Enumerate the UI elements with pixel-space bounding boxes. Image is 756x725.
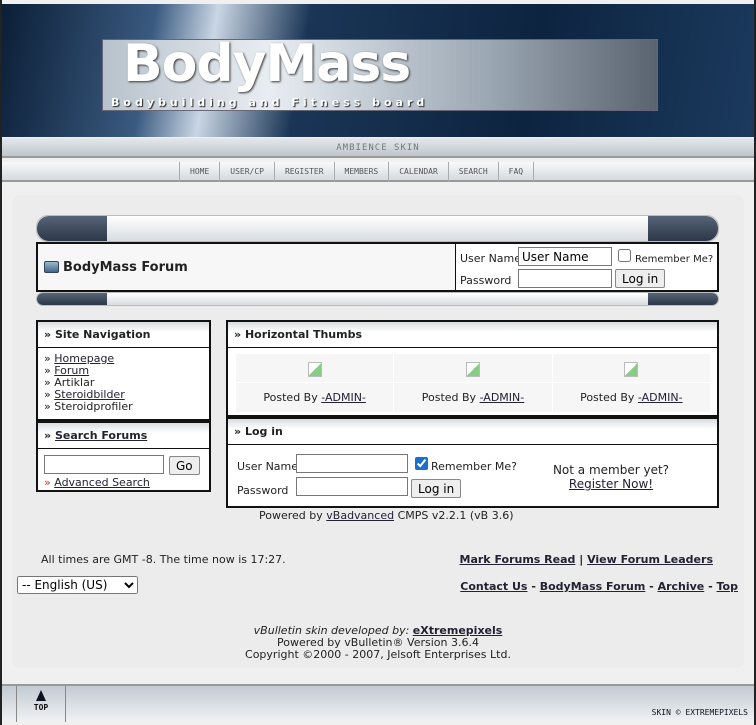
- forum-home-link[interactable]: BodyMass Forum: [540, 580, 646, 593]
- powered-suffix: CMPS v2.2.1 (vB 3.6): [397, 509, 514, 522]
- folder-icon: [44, 261, 59, 273]
- register-link[interactable]: Register Now!: [569, 477, 653, 491]
- mark-forums-read-link[interactable]: Mark Forums Read: [460, 553, 576, 566]
- not-member-text: Not a member yet?: [552, 463, 670, 477]
- raquo-icon: »: [44, 400, 55, 413]
- username-label: User Name: [237, 460, 299, 473]
- broken-image-icon[interactable]: [624, 362, 639, 377]
- powered-by-vba: Powered by vBadvanced CMPS v2.2.1 (vB 3.…: [259, 509, 514, 522]
- top-link[interactable]: Top: [717, 580, 738, 593]
- posted-by-label: Posted By: [580, 391, 635, 404]
- site-nav-item: » Steroidprofiler: [44, 401, 203, 413]
- nav-calendar[interactable]: CALENDAR: [389, 162, 449, 182]
- skin-title: AMBIENCE SKIN: [2, 138, 754, 158]
- login-password-input[interactable]: [296, 477, 408, 496]
- thumb-item: Posted By -ADMIN-: [394, 354, 553, 412]
- skin-credit: SKIN © EXTREMEPIXELS: [651, 708, 748, 717]
- top-label: TOP: [33, 703, 49, 712]
- forum-header-bottom-cap: [36, 292, 719, 306]
- login-username-input[interactable]: [296, 454, 408, 473]
- nav-bar: HOME USER/CP REGISTER MEMBERS CALENDAR SEARCH…: [2, 162, 754, 182]
- view-forum-leaders-link[interactable]: View Forum Leaders: [587, 553, 713, 566]
- forum-header: BodyMass Forum User Name Remember Me? Pa…: [36, 242, 719, 292]
- search-forums-link[interactable]: Search Forums: [55, 429, 147, 442]
- logo-text: BodyMass: [123, 34, 411, 94]
- forum-title: BodyMass Forum: [63, 259, 188, 275]
- broken-image-icon[interactable]: [465, 362, 480, 377]
- archive-link[interactable]: Archive: [658, 580, 705, 593]
- login-button[interactable]: Log in: [411, 479, 462, 498]
- nav-search[interactable]: SEARCH: [449, 162, 499, 182]
- username-label: User Name: [460, 252, 522, 265]
- password-input[interactable]: [518, 269, 612, 288]
- box-title: Horizontal Thumbs: [244, 328, 363, 341]
- footer-links: Contact Us - BodyMass Forum - Archive - …: [460, 580, 738, 593]
- nav-usercp[interactable]: USER/CP: [220, 162, 275, 182]
- footer-bar: TOP SKIN © EXTREMEPIXELS: [2, 684, 754, 722]
- forum-header-top-cap: [36, 215, 719, 242]
- author-link[interactable]: -ADMIN-: [638, 391, 683, 404]
- forum-links: Mark Forums Read | View Forum Leaders: [459, 553, 714, 566]
- search-input[interactable]: [44, 455, 164, 474]
- go-button[interactable]: Go: [169, 456, 200, 475]
- advanced-search-link[interactable]: Advanced Search: [54, 476, 150, 489]
- box-title: Log in: [244, 425, 283, 438]
- nav-home[interactable]: HOME: [180, 162, 221, 182]
- remember-checkbox[interactable]: [618, 249, 631, 262]
- credits: vBulletin skin developed by: eXtremepixe…: [0, 625, 756, 661]
- arrow-up-icon: [36, 690, 46, 701]
- search-forums-box: » Search Forums Go » Advanced Search: [36, 421, 211, 492]
- header-banner: BodyMass Bodybuilding and Fitness board: [2, 4, 754, 137]
- username-input[interactable]: [518, 247, 612, 266]
- raquo-icon: »: [234, 328, 245, 341]
- nav-members[interactable]: MEMBERS: [335, 162, 390, 182]
- posted-by-label: Posted By: [263, 391, 318, 404]
- raquo-icon: »: [44, 476, 55, 489]
- time-text: All times are GMT -8. The time now is 17…: [41, 553, 286, 566]
- thumb-item: Posted By -ADMIN-: [236, 354, 395, 412]
- logo-tagline: Bodybuilding and Fitness board: [111, 96, 429, 109]
- horizontal-thumbs-box: » Horizontal Thumbs Posted By -ADMIN- Pos…: [226, 320, 719, 417]
- password-label: Password: [460, 274, 512, 287]
- back-to-top-button[interactable]: TOP: [16, 686, 66, 722]
- remember-label: Remember Me?: [431, 460, 517, 473]
- login-remember-checkbox[interactable]: [415, 457, 428, 470]
- vbadvanced-link[interactable]: vBadvanced: [326, 509, 394, 522]
- site-nav-label: Steroidprofiler: [54, 400, 133, 413]
- login-button[interactable]: Log in: [615, 269, 666, 288]
- raquo-icon: »: [234, 425, 245, 438]
- nav-register[interactable]: REGISTER: [275, 162, 335, 182]
- powered-prefix: Powered by: [259, 509, 323, 522]
- box-title: Site Navigation: [54, 328, 151, 341]
- author-link[interactable]: -ADMIN-: [321, 391, 366, 404]
- thumb-item: Posted By -ADMIN-: [552, 354, 711, 412]
- password-label: Password: [237, 484, 289, 497]
- copyright: Copyright ©2000 - 2007, Jelsoft Enterpri…: [245, 648, 511, 661]
- logo[interactable]: BodyMass Bodybuilding and Fitness board: [102, 34, 658, 111]
- author-link[interactable]: -ADMIN-: [480, 391, 525, 404]
- contact-us-link[interactable]: Contact Us: [460, 580, 527, 593]
- remember-label: Remember Me?: [635, 254, 714, 265]
- login-box: » Log in User Name Remember Me? Password…: [226, 417, 719, 508]
- nav-faq[interactable]: FAQ: [499, 162, 535, 182]
- raquo-icon: »: [44, 328, 55, 341]
- broken-image-icon[interactable]: [307, 362, 322, 377]
- raquo-icon: »: [44, 429, 55, 442]
- site-navigation-box: » Site Navigation » Homepage» Forum» Art…: [36, 320, 211, 421]
- posted-by-label: Posted By: [421, 391, 477, 404]
- language-select[interactable]: -- English (US): [17, 576, 138, 594]
